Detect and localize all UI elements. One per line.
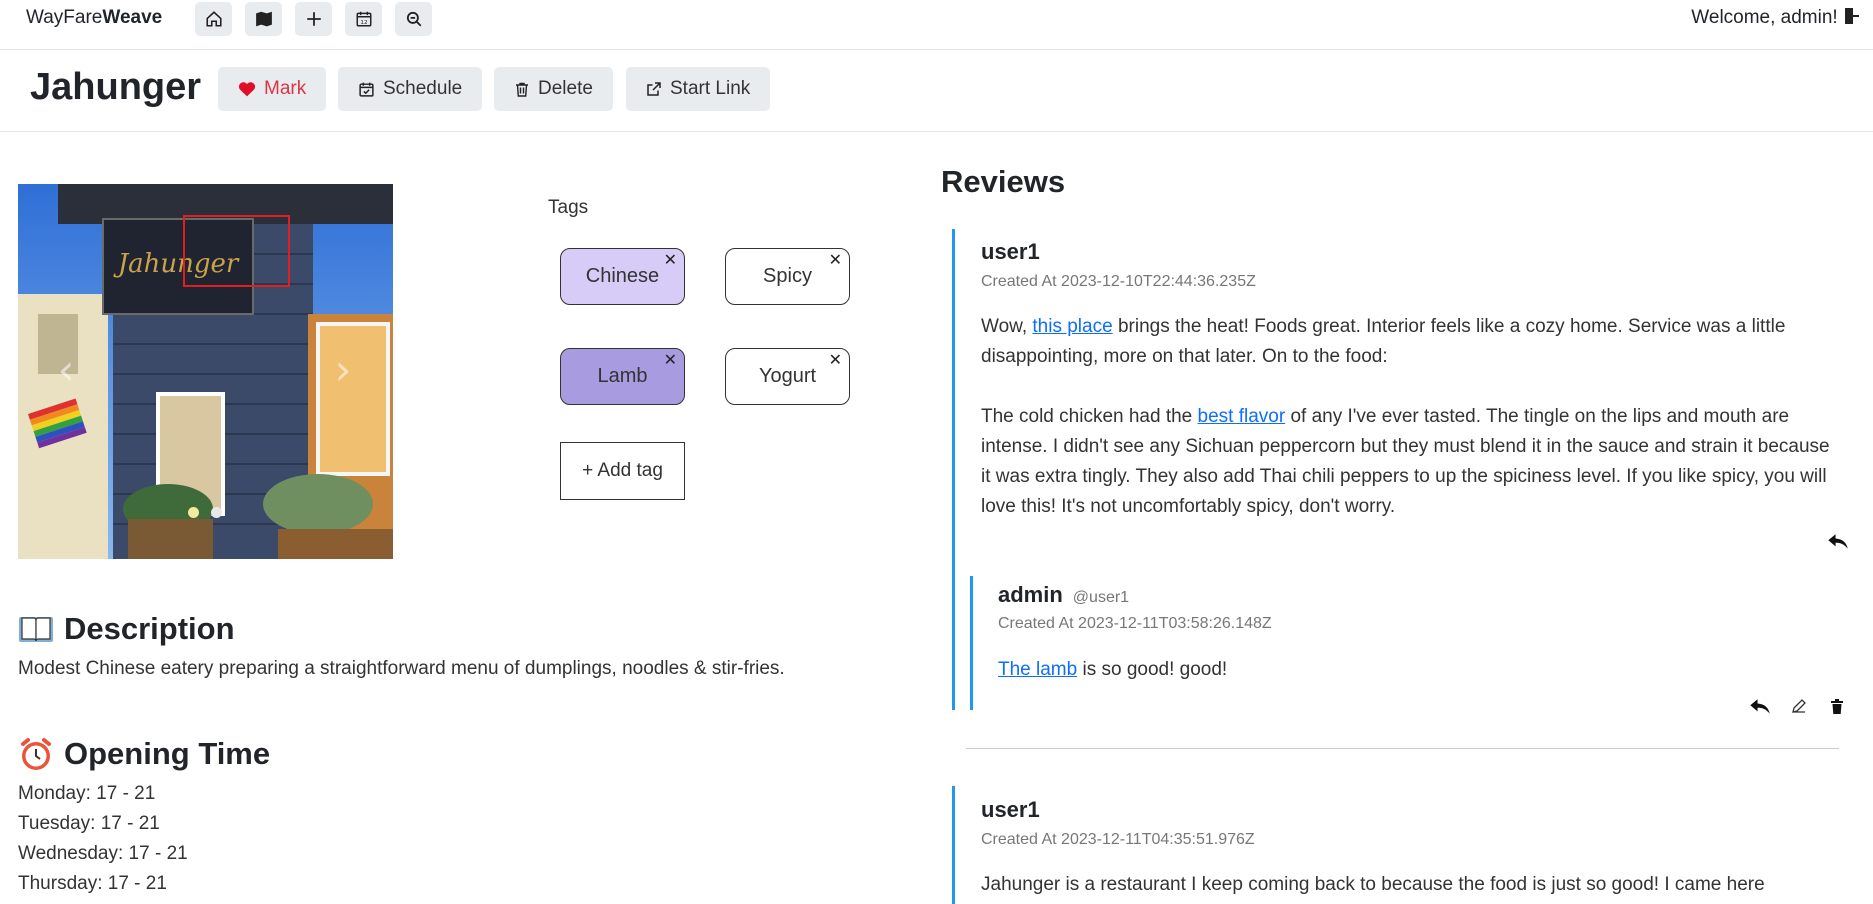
page-title: Jahunger: [30, 66, 202, 108]
start-link-button[interactable]: Start Link: [626, 67, 771, 111]
trash-icon: [516, 82, 528, 97]
opening-hour: Thursday: 17 - 21: [18, 873, 167, 894]
trash-icon: [1831, 698, 1843, 714]
place-header: Jahunger Mark Schedule Delete Start Link: [0, 51, 1873, 132]
carousel-dot[interactable]: [211, 507, 222, 518]
tags-label: Tags: [548, 197, 589, 218]
opening-hour: Monday: 17 - 21: [18, 783, 156, 804]
reply-link[interactable]: The lamb: [998, 659, 1077, 680]
reviews-heading: Reviews: [941, 164, 1066, 199]
reply-date: Created At 2023-12-11T03:58:26.148Z: [998, 615, 1272, 632]
map-icon: [255, 11, 272, 27]
mark-label: Mark: [264, 78, 307, 99]
description-text: Modest Chinese eatery preparing a straig…: [18, 658, 785, 679]
start-link-label: Start Link: [670, 78, 751, 99]
reply-accent-bar: [970, 576, 973, 710]
opening-hour: Wednesday: 17 - 21: [18, 843, 188, 864]
reply-to-reply-button[interactable]: [1748, 695, 1772, 717]
review-text-part: Wow,: [981, 316, 1033, 337]
brand-bold-text: Weave: [102, 7, 163, 28]
delete-reply-button[interactable]: [1826, 695, 1848, 717]
review-text: Jahunger is a restaurant I keep coming b…: [981, 874, 1765, 895]
pencil-icon: [1792, 699, 1806, 713]
home-icon: [205, 11, 222, 27]
top-navbar: WayFareWeave 12 Welcome, admin!: [0, 0, 1873, 50]
review-text-part: The cold chicken had the: [981, 406, 1198, 427]
heart-icon: [238, 82, 256, 97]
review-text: Wow, this place brings the heat! Foods g…: [981, 312, 1831, 522]
review-link[interactable]: best flavor: [1198, 406, 1286, 427]
calendar-icon: 12: [356, 11, 371, 27]
brand-logo[interactable]: WayFareWeave: [26, 7, 162, 29]
tag-chip[interactable]: Spicy ✕: [725, 248, 850, 305]
reply-button[interactable]: [1826, 530, 1850, 552]
tag-label: Yogurt: [758, 365, 817, 387]
tag-chip[interactable]: Yogurt ✕: [725, 348, 850, 405]
brand-light-text: WayFare: [26, 7, 103, 28]
delete-label: Delete: [538, 78, 593, 99]
reply-author-name[interactable]: admin: [998, 582, 1063, 607]
carousel-prev-icon[interactable]: ‹: [58, 345, 75, 394]
description-title: Description: [64, 611, 235, 646]
opening-time-title: Opening Time: [64, 736, 271, 771]
photo-carousel[interactable]: Jahunger ‹ ›: [18, 184, 393, 559]
schedule-button[interactable]: Schedule: [338, 67, 483, 111]
review-author[interactable]: user1: [981, 239, 1040, 265]
reply-mention: @user1: [1072, 589, 1130, 606]
tag-chip[interactable]: Chinese ✕: [560, 248, 685, 305]
remove-tag-icon[interactable]: ✕: [664, 350, 677, 370]
external-link-icon: [647, 82, 661, 96]
tag-label: Lamb: [597, 365, 648, 387]
reply-icon: [1750, 698, 1770, 714]
calendar-button[interactable]: 12: [345, 2, 382, 36]
review-accent-bar: [952, 786, 955, 904]
welcome-message: Welcome, admin!: [1691, 7, 1859, 29]
reply-text-part: is so good! good!: [1077, 659, 1228, 680]
mark-button[interactable]: Mark: [218, 67, 327, 111]
search-button[interactable]: [395, 2, 432, 36]
restaurant-photo: Jahunger ‹ ›: [18, 184, 393, 559]
tag-label: Chinese: [585, 265, 660, 287]
description-heading: Description: [18, 611, 235, 647]
opening-time-heading: Opening Time: [18, 736, 270, 772]
tag-label: Spicy: [763, 265, 812, 287]
review-link[interactable]: this place: [1032, 316, 1112, 337]
search-icon: [406, 11, 421, 27]
reply-author: admin @user1: [998, 582, 1129, 608]
review-accent-bar: [952, 229, 955, 710]
reply-text: The lamb is so good! good!: [998, 655, 1828, 685]
tag-chip[interactable]: Lamb ✕: [560, 348, 685, 405]
review-date: Created At 2023-12-10T22:44:36.235Z: [981, 273, 1256, 290]
plus-icon: [306, 12, 321, 26]
svg-text:12: 12: [360, 20, 367, 26]
remove-tag-icon[interactable]: ✕: [829, 350, 842, 370]
logout-icon[interactable]: [1843, 7, 1859, 25]
map-button[interactable]: [245, 2, 282, 36]
carousel-dot[interactable]: [188, 507, 199, 518]
add-button[interactable]: [295, 2, 332, 36]
calendar-check-icon: [359, 82, 374, 97]
add-tag-button[interactable]: + Add tag: [560, 442, 685, 500]
alarm-clock-icon: [21, 738, 51, 770]
delete-button[interactable]: Delete: [494, 67, 613, 111]
carousel-next-icon[interactable]: ›: [335, 345, 352, 394]
reply-icon: [1828, 533, 1848, 549]
book-icon: [19, 617, 53, 642]
review-date: Created At 2023-12-11T04:35:51.976Z: [981, 831, 1255, 848]
remove-tag-icon[interactable]: ✕: [664, 250, 677, 270]
welcome-text: Welcome, admin!: [1691, 7, 1838, 28]
schedule-label: Schedule: [383, 78, 463, 99]
opening-hour: Tuesday: 17 - 21: [18, 813, 160, 834]
remove-tag-icon[interactable]: ✕: [829, 250, 842, 270]
review-author[interactable]: user1: [981, 797, 1040, 823]
edit-reply-button[interactable]: [1788, 695, 1810, 717]
sign-logo: Jahunger: [113, 249, 240, 279]
review-divider: [966, 748, 1839, 749]
home-button[interactable]: [195, 2, 232, 36]
